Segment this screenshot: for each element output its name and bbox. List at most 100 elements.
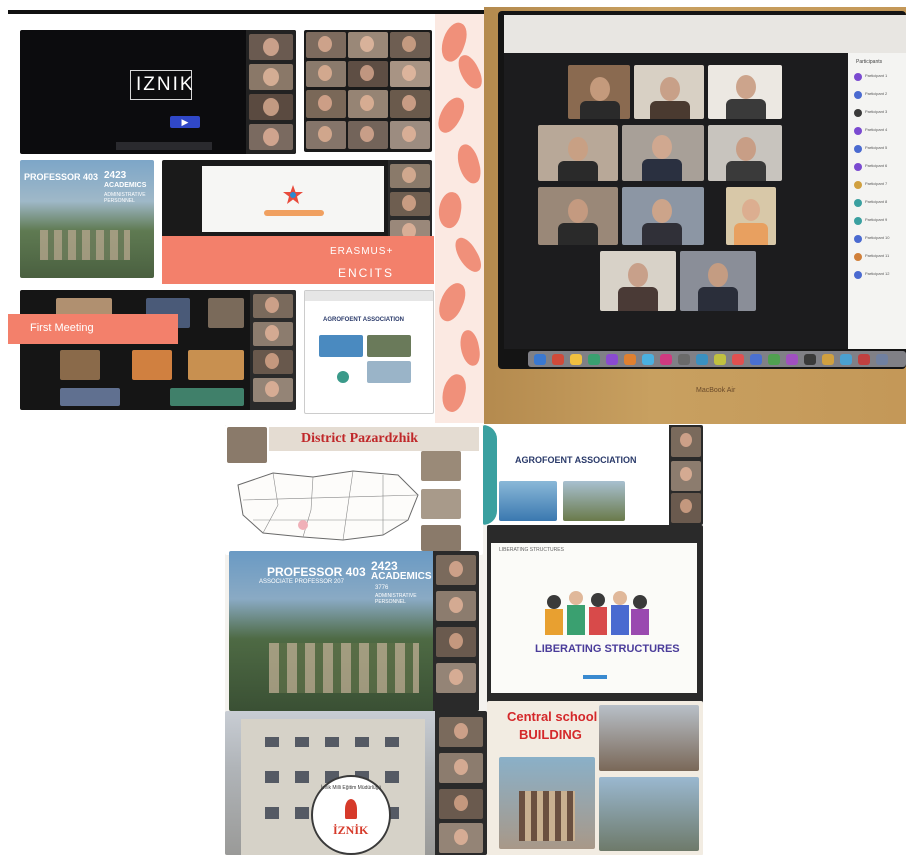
campus-buildings [269, 643, 419, 693]
participant-name: Participant 6 [865, 163, 888, 168]
dock-app-icon[interactable] [606, 354, 618, 365]
dock-app-icon[interactable] [678, 354, 690, 365]
district-title: District Pazardzhik [301, 431, 419, 446]
dock-app-icon[interactable] [750, 354, 762, 365]
laptop-photo: Participants Participant 1 Participant 2 P… [484, 7, 906, 424]
top-left-collage: IZNIK ▶ PROFESSOR 403 2423 ACADEMICS ADM… [8, 10, 486, 423]
first-meeting-banner: First Meeting [8, 314, 178, 344]
participant-row[interactable]: Participant 5 [852, 143, 904, 157]
participant-row[interactable]: Participant 6 [852, 161, 904, 175]
torch-icon [345, 799, 357, 819]
admin-label: ADMINISTRATIVE PERSONNEL [104, 192, 146, 204]
liberating-structures-slide: LIBERATING STRUCTURES LIBERATING STRUCTU… [487, 525, 703, 711]
logo-wordmark [264, 210, 324, 216]
dock-app-icon[interactable] [840, 354, 852, 365]
participant-row[interactable]: Participant 10 [852, 233, 904, 247]
participant-video [538, 125, 618, 181]
participant-avatar-icon [854, 163, 862, 171]
dock-app-icon[interactable] [696, 354, 708, 365]
participant-row[interactable]: Participant 8 [852, 197, 904, 211]
coral-pattern [432, 14, 486, 423]
participant-row[interactable]: Participant 1 [852, 71, 904, 85]
dock-app-icon[interactable] [552, 354, 564, 365]
dock-app-icon[interactable] [642, 354, 654, 365]
university-slide: PROFESSOR 403 ASSOCIATE PROFESSOR 207 24… [229, 551, 479, 711]
participant-avatar-icon [854, 271, 862, 279]
school-entrance-photo [499, 757, 595, 849]
participant-video [708, 65, 782, 119]
participant-video [726, 187, 776, 245]
people-illustration [541, 587, 651, 637]
dock-app-icon[interactable] [534, 354, 546, 365]
erasmus-banner: ERASMUS+ ENCITS [162, 236, 434, 284]
participant-row[interactable]: Participant 12 [852, 269, 904, 283]
participant-row[interactable]: Participant 11 [852, 251, 904, 265]
dock-app-icon[interactable] [786, 354, 798, 365]
dock-app-icon[interactable] [876, 354, 888, 365]
participants-panel: Participants Participant 1 Participant 2 P… [848, 53, 906, 349]
participant-video [622, 125, 704, 181]
video-sidebar [246, 30, 296, 154]
participant-row[interactable]: Participant 2 [852, 89, 904, 103]
participant-name: Participant 9 [865, 217, 888, 222]
participant-name: Participant 2 [865, 91, 888, 96]
seal-ring-text: İznik Milli Eğitim Müdürlüğü [320, 785, 382, 791]
participant-name: Participant 3 [865, 109, 888, 114]
dock-app-icon[interactable] [858, 354, 870, 365]
participant-avatar-icon [854, 73, 862, 81]
laptop-label: MacBook Air [696, 387, 736, 394]
participant-row[interactable]: Participant 9 [852, 215, 904, 229]
zoom-screen-iznik: IZNIK ▶ [20, 30, 296, 154]
participants-header: Participants [856, 59, 883, 65]
participant-row[interactable]: Participant 3 [852, 107, 904, 121]
dock-app-icon[interactable] [714, 354, 726, 365]
participant-avatar-icon [854, 217, 862, 225]
participant-row[interactable]: Participant 7 [852, 179, 904, 193]
participant-row[interactable]: Participant 4 [852, 125, 904, 139]
emblem-icon [337, 371, 349, 383]
participant-video [680, 251, 756, 311]
professor-count: PROFESSOR 403 [24, 172, 99, 182]
iznik-seal: İznik Milli Eğitim Müdürlüğü İZNİK [311, 775, 391, 855]
agrofoent-slide: AGROFOENT ASSOCIATION [483, 425, 703, 525]
assoc-professor-label: ASSOCIATE PROFESSOR 207 [259, 579, 344, 585]
collage-page: { "top_left": { "iznik_brand": "IZNIK", … [0, 0, 906, 855]
participant-name: Participant 10 [865, 235, 890, 240]
star-logo-icon [282, 184, 304, 206]
dock-app-icon[interactable] [570, 354, 582, 365]
liberating-title: LIBERATING STRUCTURES [535, 643, 680, 655]
zoom-control-bar [116, 142, 212, 150]
dock-app-icon[interactable] [732, 354, 744, 365]
participant-avatar-icon [854, 199, 862, 207]
first-meeting-label: First Meeting [30, 322, 94, 334]
slide-canvas [202, 166, 384, 232]
dock-app-icon[interactable] [768, 354, 780, 365]
dock-app-icon[interactable] [804, 354, 816, 365]
admin-label: ADMINISTRATIVE PERSONNEL [375, 593, 417, 605]
central-school-title: Central school [507, 709, 598, 724]
dock-app-icon[interactable] [660, 354, 672, 365]
dock-app-icon[interactable] [822, 354, 834, 365]
video-strip [435, 711, 487, 855]
browser-bar [305, 291, 433, 301]
participant-video [249, 64, 293, 90]
browser-toolbar [504, 15, 906, 53]
iznik-play-button[interactable]: ▶ [170, 116, 200, 128]
participant-video [600, 251, 676, 311]
agrofoent-title: AGROFOENT ASSOCIATION [323, 317, 404, 323]
encits-label: ENCITS [338, 266, 395, 280]
agrofoent-title: AGROFOENT ASSOCIATION [515, 455, 637, 465]
professor-label: PROFESSOR 403 [267, 565, 366, 579]
erasmus-label: ERASMUS+ [330, 246, 394, 257]
zoom-gallery [504, 53, 848, 349]
participant-avatar-icon [854, 91, 862, 99]
dock-app-icon[interactable] [588, 354, 600, 365]
first-meeting-collage [20, 290, 296, 410]
mac-dock [528, 351, 906, 367]
laptop-screen: Participants Participant 1 Participant 2 P… [498, 11, 906, 369]
central-school-slide: Central school BUILDING [487, 701, 703, 855]
participant-name: Participant 12 [865, 271, 890, 276]
participant-name: Participant 8 [865, 199, 888, 204]
dock-app-icon[interactable] [624, 354, 636, 365]
building-title: BUILDING [519, 727, 582, 742]
